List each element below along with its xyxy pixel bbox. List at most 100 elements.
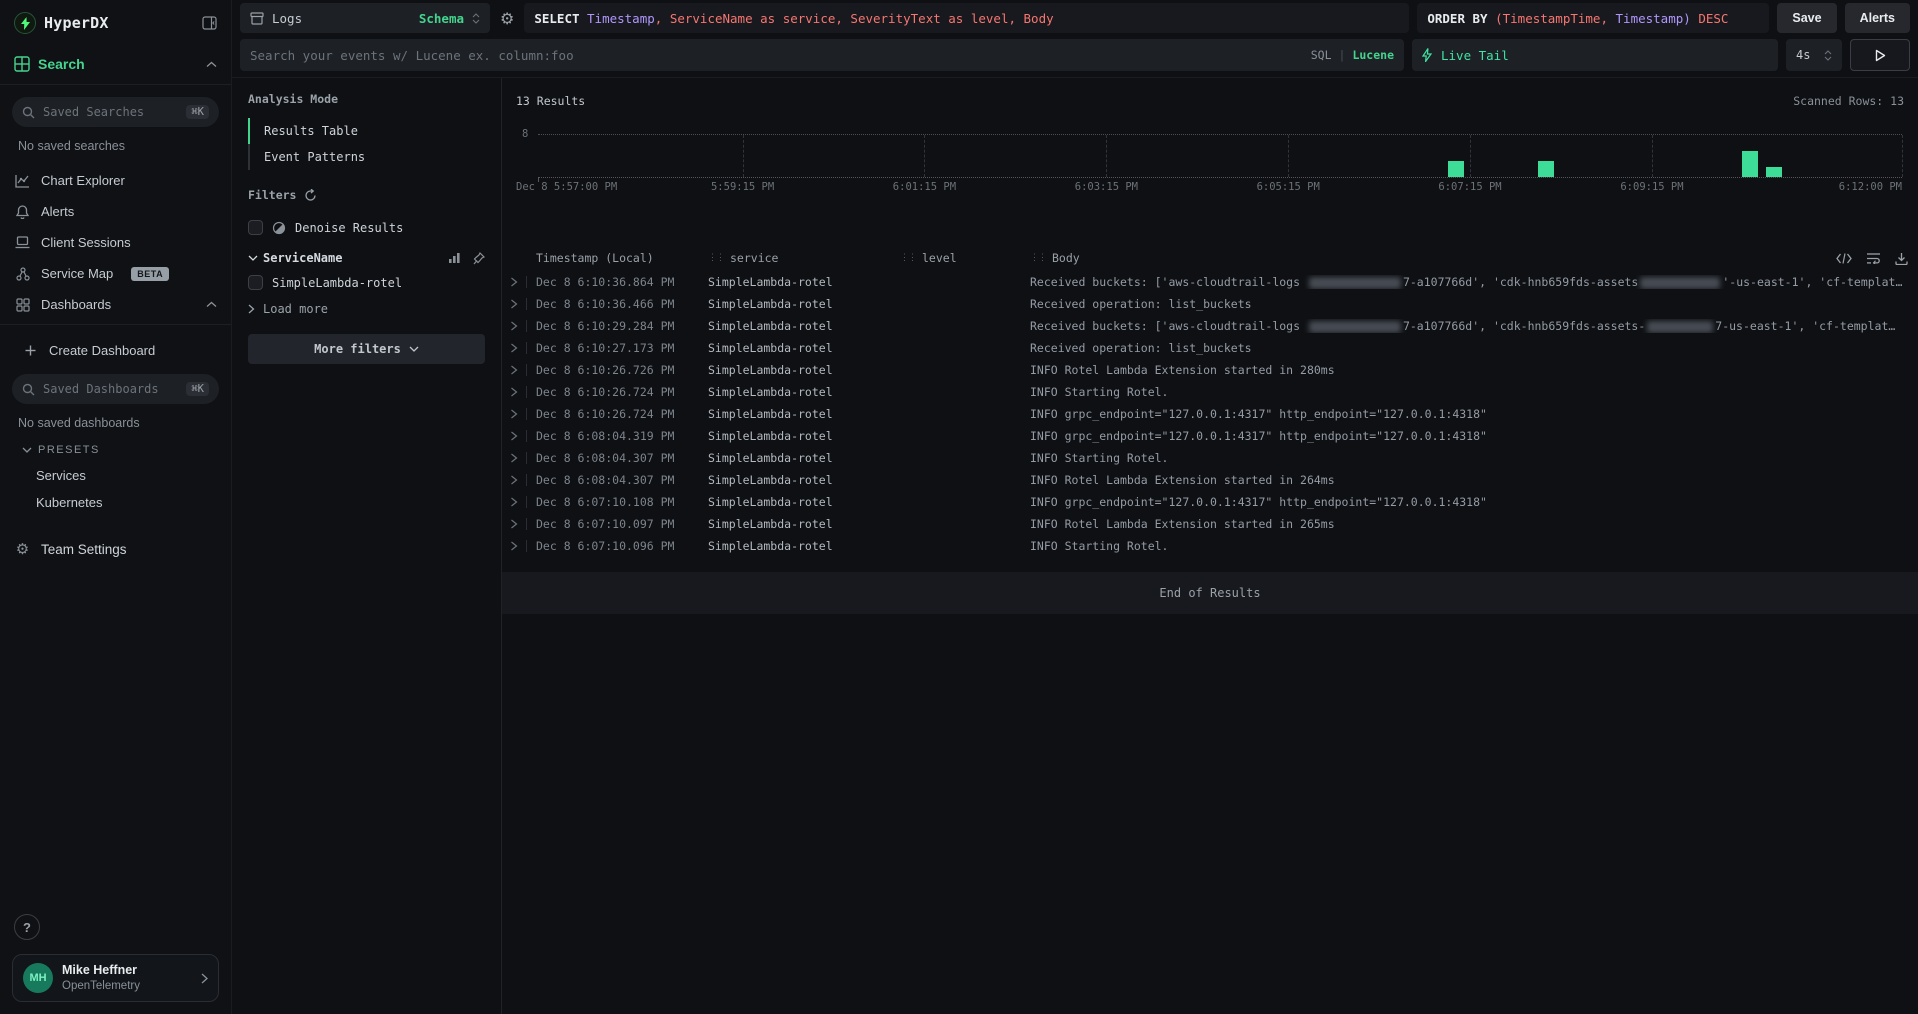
stepper-chevrons-icon[interactable] (1824, 50, 1832, 61)
table-row[interactable]: Dec 8 6:10:27.173 PMSimpleLambda-rotelRe… (502, 337, 1918, 359)
filters-panel: Analysis Mode Results Table Event Patter… (232, 78, 502, 1014)
beta-badge: BETA (131, 267, 169, 281)
drag-handle-icon[interactable]: ⋮⋮ (708, 253, 724, 263)
help-button[interactable]: ? (14, 914, 40, 940)
more-filters-button[interactable]: More filters (248, 334, 485, 364)
row-expand-chevron-icon[interactable] (510, 342, 536, 354)
interval-stepper[interactable]: 4s (1786, 39, 1842, 71)
chevron-up-icon[interactable] (206, 61, 217, 68)
mode-event-patterns[interactable]: Event Patterns (248, 144, 485, 170)
cell-body: INFO Starting Rotel. (1030, 385, 1908, 399)
table-row[interactable]: Dec 8 6:08:04.319 PMSimpleLambda-rotelIN… (502, 425, 1918, 447)
chart-bar[interactable] (1742, 151, 1758, 177)
sidebar-section-search[interactable]: Search (12, 48, 219, 80)
sidebar-item-team-settings[interactable]: ⚙ Team Settings (12, 532, 219, 566)
lang-sql[interactable]: SQL (1311, 48, 1332, 62)
row-expand-chevron-icon[interactable] (510, 386, 536, 398)
user-card[interactable]: MH Mike Heffner OpenTelemetry (12, 954, 219, 1002)
table-body: Dec 8 6:10:36.864 PMSimpleLambda-rotelRe… (502, 271, 1918, 557)
event-search-bar[interactable]: SQL | Lucene (240, 39, 1404, 71)
select-query-bar[interactable]: SELECT Timestamp, ServiceName as service… (524, 3, 1409, 33)
row-expand-chevron-icon[interactable] (510, 298, 536, 310)
sidebar-item-service-map[interactable]: Service Map BETA (12, 258, 219, 289)
preset-item-kubernetes[interactable]: Kubernetes (12, 489, 219, 516)
row-expand-chevron-icon[interactable] (510, 408, 536, 420)
drag-handle-icon[interactable]: ⋮⋮ (1030, 253, 1046, 263)
presets-toggle[interactable]: PRESETS (12, 434, 219, 462)
sidebar-collapse-icon[interactable] (202, 16, 217, 30)
chevron-up-icon[interactable] (206, 301, 217, 308)
source-settings-gear-icon[interactable]: ⚙ (498, 9, 516, 28)
chart-plot[interactable]: 8 (538, 134, 1902, 178)
saved-searches-search[interactable]: ⌘K (12, 97, 219, 127)
sidebar-item-alerts[interactable]: Alerts (12, 196, 219, 227)
row-expand-chevron-icon[interactable] (510, 496, 536, 508)
filter-value-checkbox[interactable] (248, 275, 263, 290)
sidebar-item-dashboards[interactable]: Dashboards (12, 289, 219, 320)
column-header-body[interactable]: ⋮⋮ Body (1030, 251, 1908, 265)
row-expand-chevron-icon[interactable] (510, 474, 536, 486)
table-row[interactable]: Dec 8 6:10:36.864 PMSimpleLambda-rotelRe… (502, 271, 1918, 293)
load-more-button[interactable]: Load more (248, 296, 485, 322)
table-row[interactable]: Dec 8 6:08:04.307 PMSimpleLambda-rotelIN… (502, 447, 1918, 469)
row-expand-chevron-icon[interactable] (510, 540, 536, 552)
table-row[interactable]: Dec 8 6:10:29.284 PMSimpleLambda-rotelRe… (502, 315, 1918, 337)
column-header-service[interactable]: ⋮⋮ service (708, 251, 900, 265)
chart-bar[interactable] (1538, 161, 1554, 177)
row-expand-chevron-icon[interactable] (510, 430, 536, 442)
live-tail-button[interactable]: Live Tail (1412, 39, 1778, 71)
code-view-icon[interactable] (1836, 253, 1852, 264)
download-icon[interactable] (1895, 252, 1908, 265)
table-row[interactable]: Dec 8 6:07:10.096 PMSimpleLambda-rotelIN… (502, 535, 1918, 557)
table-row[interactable]: Dec 8 6:08:04.307 PMSimpleLambda-rotelIN… (502, 469, 1918, 491)
chart-bar[interactable] (1766, 167, 1782, 178)
source-select[interactable]: Logs Schema (240, 3, 490, 33)
alerts-button[interactable]: Alerts (1845, 3, 1910, 33)
row-expand-chevron-icon[interactable] (510, 364, 536, 376)
wrap-lines-icon[interactable] (1866, 252, 1881, 264)
chart-bar[interactable] (1448, 161, 1464, 177)
save-button[interactable]: Save (1777, 3, 1836, 33)
mini-bar-chart-icon[interactable] (448, 252, 461, 264)
filter-value-row[interactable]: SimpleLambda-rotel (248, 269, 485, 296)
saved-dashboards-search[interactable]: ⌘K (12, 374, 219, 404)
help-label: ? (23, 920, 31, 935)
refresh-icon[interactable] (304, 189, 317, 202)
chevron-down-icon (22, 447, 32, 453)
interval-value: 4s (1796, 48, 1810, 62)
table-row[interactable]: Dec 8 6:10:26.724 PMSimpleLambda-rotelIN… (502, 403, 1918, 425)
saved-dashboards-input[interactable] (43, 382, 178, 396)
results-table: Timestamp (Local) ⋮⋮ service ⋮⋮ level (502, 245, 1918, 557)
orderby-bar[interactable]: ORDER BY (TimestampTime, Timestamp) DESC (1417, 3, 1769, 33)
pin-icon[interactable] (473, 252, 485, 265)
sidebar-item-chart-explorer[interactable]: Chart Explorer (12, 165, 219, 196)
table-row[interactable]: Dec 8 6:10:26.724 PMSimpleLambda-rotelIN… (502, 381, 1918, 403)
create-dashboard-button[interactable]: Create Dashboard (12, 335, 219, 366)
column-header-level[interactable]: ⋮⋮ level (900, 251, 1030, 265)
row-expand-chevron-icon[interactable] (510, 276, 536, 288)
filter-group-name: ServiceName (263, 251, 342, 265)
denoise-results-row[interactable]: Denoise Results (248, 214, 485, 241)
column-header-timestamp[interactable]: Timestamp (Local) (536, 251, 708, 265)
table-row[interactable]: Dec 8 6:10:26.726 PMSimpleLambda-rotelIN… (502, 359, 1918, 381)
cell-timestamp: Dec 8 6:08:04.307 PM (536, 473, 708, 487)
cell-body: INFO grpc_endpoint="127.0.0.1:4317" http… (1030, 495, 1908, 509)
event-search-input[interactable] (250, 48, 1303, 63)
row-expand-chevron-icon[interactable] (510, 320, 536, 332)
preset-item-services[interactable]: Services (12, 462, 219, 489)
mode-results-table[interactable]: Results Table (248, 118, 485, 144)
sidebar-item-client-sessions[interactable]: Client Sessions (12, 227, 219, 258)
denoise-checkbox[interactable] (248, 220, 263, 235)
table-row[interactable]: Dec 8 6:07:10.108 PMSimpleLambda-rotelIN… (502, 491, 1918, 513)
drag-handle-icon[interactable]: ⋮⋮ (900, 253, 916, 263)
saved-searches-input[interactable] (43, 105, 178, 119)
row-expand-chevron-icon[interactable] (510, 452, 536, 464)
cell-service: SimpleLambda-rotel (708, 297, 900, 311)
row-expand-chevron-icon[interactable] (510, 518, 536, 530)
filter-group-servicename[interactable]: ServiceName (248, 241, 485, 269)
table-row[interactable]: Dec 8 6:07:10.097 PMSimpleLambda-rotelIN… (502, 513, 1918, 535)
lang-lucene[interactable]: Lucene (1352, 48, 1394, 62)
table-row[interactable]: Dec 8 6:10:36.466 PMSimpleLambda-rotelRe… (502, 293, 1918, 315)
play-button[interactable] (1850, 39, 1910, 71)
cell-body: INFO Rotel Lambda Extension started in 2… (1030, 473, 1908, 487)
